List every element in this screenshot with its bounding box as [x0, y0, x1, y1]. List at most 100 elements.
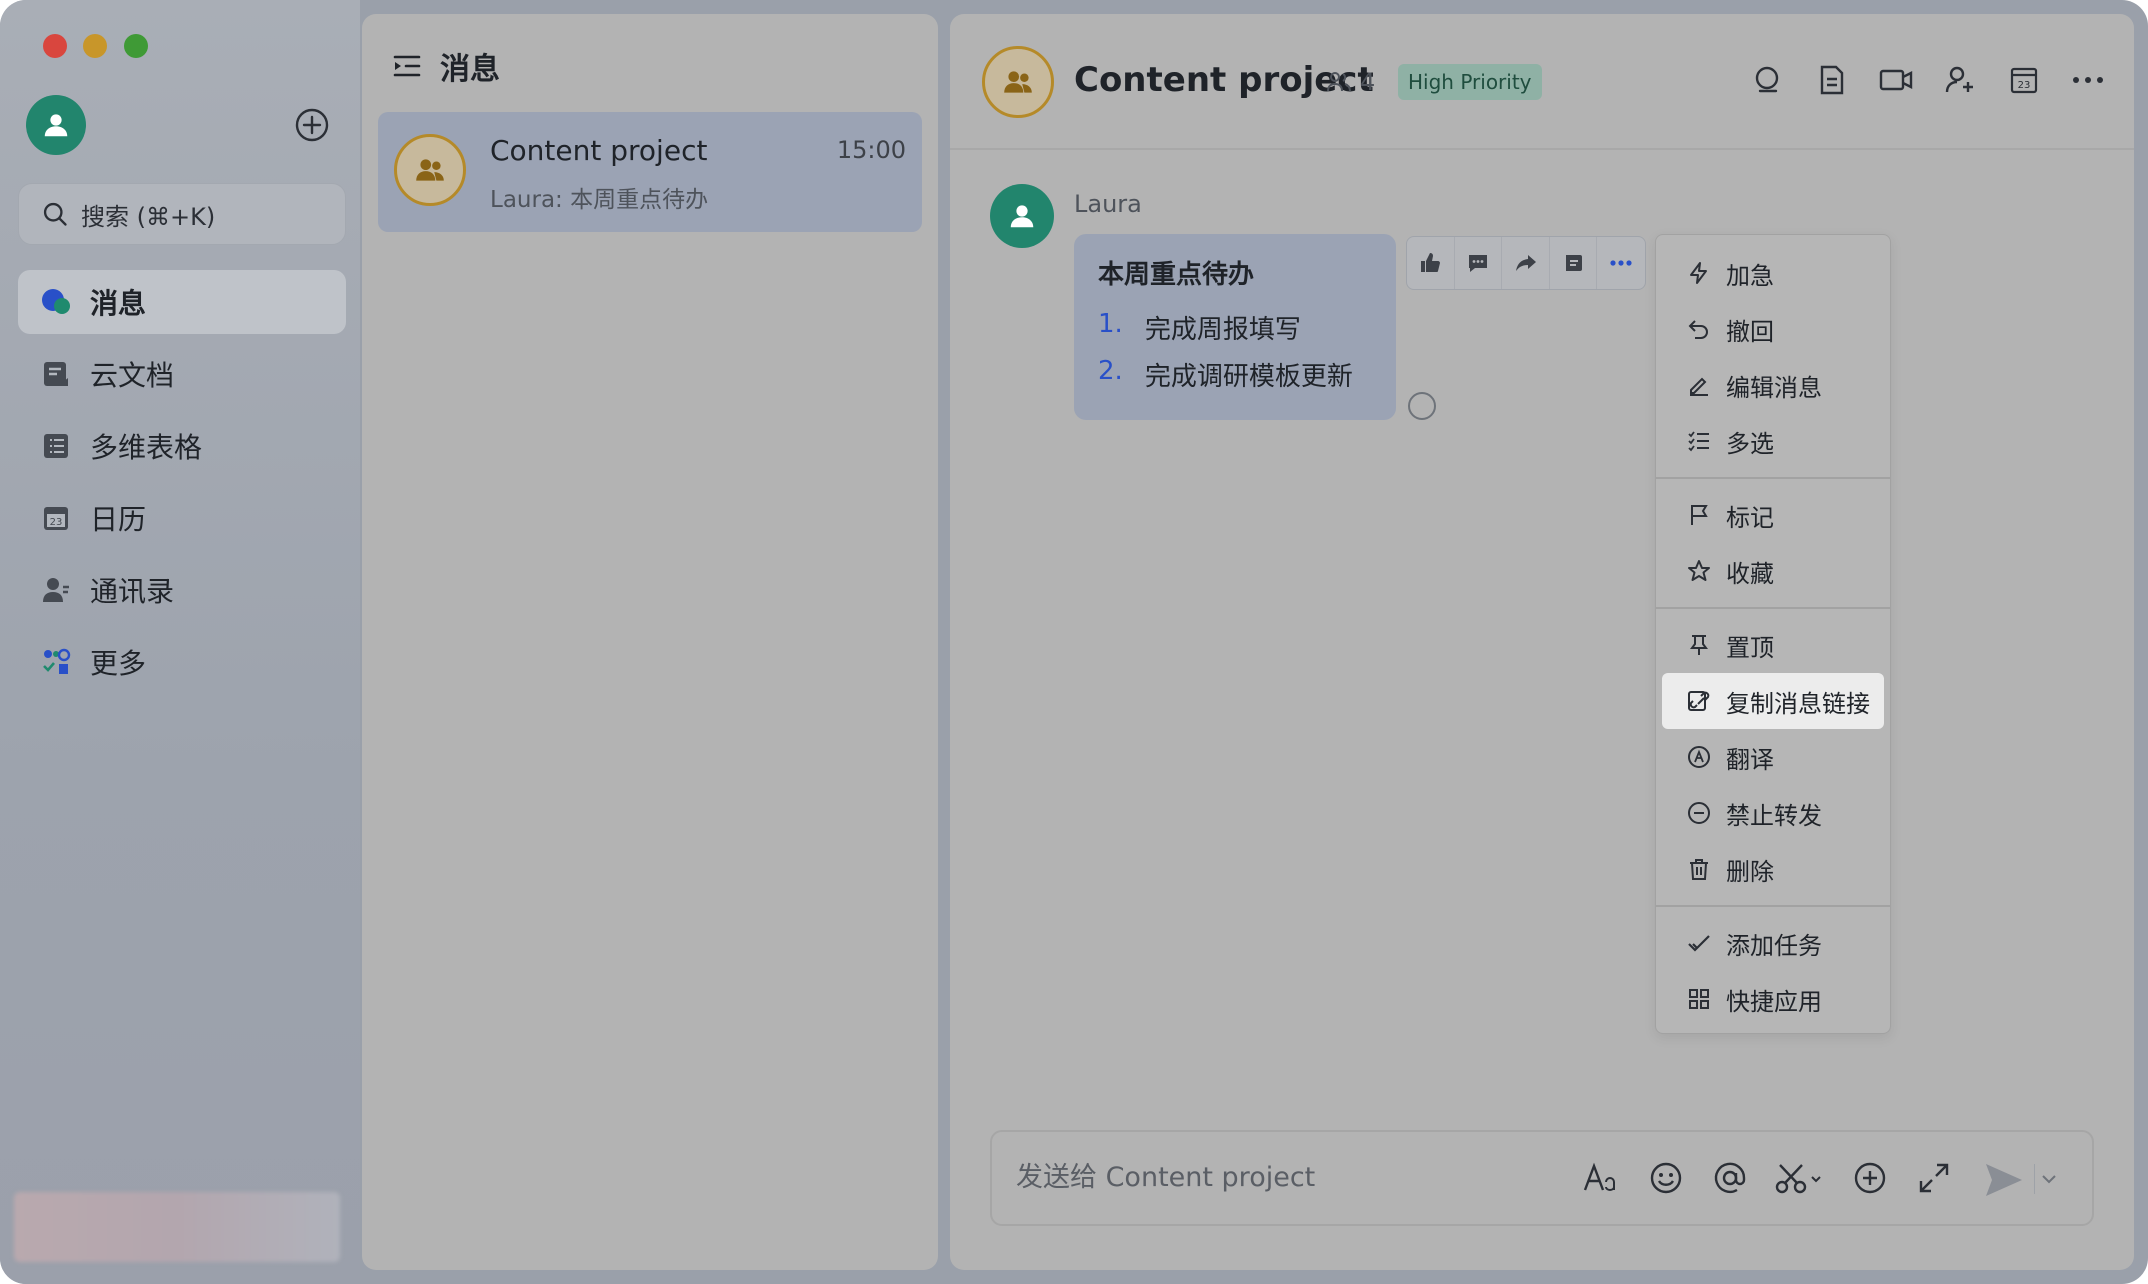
quick-apps-icon — [1686, 986, 1712, 1012]
sidebar-item-docs[interactable]: 云文档 — [18, 342, 346, 406]
list-text: 完成调研模板更新 — [1144, 362, 1353, 392]
collapse-menu-icon[interactable] — [392, 51, 422, 81]
more-dots-icon — [1610, 260, 1632, 266]
trash-icon — [1686, 856, 1712, 882]
calendar-icon: 23 — [2010, 67, 2038, 94]
members-icon — [1327, 72, 1351, 92]
translate-icon — [1686, 744, 1712, 770]
composer-toolbar — [1582, 1158, 1954, 1198]
menu-item-edit[interactable]: 编辑消息 — [1662, 357, 1884, 413]
menu-item-pin[interactable]: 置顶 — [1662, 617, 1884, 673]
pin-icon — [1686, 632, 1712, 658]
menu-item-copy-link[interactable]: 复制消息链接 — [1662, 673, 1884, 729]
menu-item-label: 收藏 — [1726, 559, 1774, 588]
attach-button[interactable] — [1850, 1158, 1890, 1198]
sidebar-item-more[interactable]: 更多 — [18, 630, 346, 694]
menu-item-recall[interactable]: 撤回 — [1662, 301, 1884, 357]
more-actions-button[interactable] — [1597, 237, 1645, 289]
blurred-region — [14, 1192, 340, 1262]
more-options-button[interactable] — [2070, 62, 2106, 98]
search-icon — [1755, 66, 1779, 93]
screenshot-button[interactable] — [1774, 1158, 1826, 1198]
document-icon — [1820, 65, 1844, 95]
search-input[interactable]: 搜索 (⌘+K) — [18, 183, 346, 245]
list-item[interactable]: Content project 15:00 Laura: 本周重点待办 — [378, 112, 922, 232]
member-count[interactable]: 4 — [1326, 68, 1375, 96]
emoji-button[interactable] — [1646, 1158, 1686, 1198]
zoom-window-button[interactable] — [124, 34, 148, 58]
list-text: 完成周报填写 — [1144, 315, 1301, 345]
menu-divider — [1656, 607, 1890, 609]
sidebar-item-messages[interactable]: 消息 — [18, 270, 346, 334]
lightning-icon — [1686, 260, 1712, 286]
menu-divider — [1656, 477, 1890, 479]
menu-item-urgent[interactable]: 加急 — [1662, 245, 1884, 301]
menu-item-label: 快捷应用 — [1726, 987, 1822, 1016]
send-button[interactable] — [1982, 1158, 2026, 1202]
menu-item-flag[interactable]: 标记 — [1662, 487, 1884, 543]
group-icon — [416, 159, 444, 181]
format-button[interactable] — [1582, 1158, 1622, 1198]
sidebar-item-contacts[interactable]: 通讯录 — [18, 558, 346, 622]
menu-item-label: 删除 — [1726, 857, 1774, 886]
expand-button[interactable] — [1914, 1158, 1954, 1198]
menu-item-add-task[interactable]: 添加任务 — [1662, 915, 1884, 971]
status-badge: High Priority — [1398, 64, 1542, 100]
menu-divider — [1656, 905, 1890, 907]
user-icon — [1010, 205, 1034, 228]
docs-button[interactable] — [1814, 62, 1850, 98]
minimize-window-button[interactable] — [83, 34, 107, 58]
menu-item-label: 置顶 — [1726, 633, 1774, 662]
text-format-icon — [1583, 1162, 1615, 1191]
avatar[interactable] — [26, 95, 86, 155]
header-toolbar: 23 — [1750, 62, 2106, 98]
edit-icon — [1686, 372, 1712, 398]
calendar-button[interactable]: 23 — [2006, 62, 2042, 98]
like-button[interactable] — [1407, 237, 1455, 289]
message-bubble[interactable]: 本周重点待办 1. 完成周报填写 2. 完成调研模板更新 — [1074, 234, 1396, 420]
close-window-button[interactable] — [43, 34, 67, 58]
multi-select-icon — [1686, 428, 1712, 454]
forward-icon — [1515, 255, 1536, 271]
sidebar-item-label: 消息 — [90, 287, 147, 320]
group-avatar — [394, 134, 466, 206]
add-member-button[interactable] — [1942, 62, 1978, 98]
search-icon — [43, 202, 67, 226]
comment-icon — [1468, 255, 1487, 272]
video-call-button[interactable] — [1878, 62, 1914, 98]
search-placeholder: 搜索 (⌘+K) — [81, 202, 216, 231]
search-chat-button[interactable] — [1750, 62, 1786, 98]
group-avatar[interactable] — [982, 46, 1054, 118]
menu-item-favorite[interactable]: 收藏 — [1662, 543, 1884, 599]
quote-button[interactable] — [1550, 237, 1598, 289]
menu-item-label: 加急 — [1726, 261, 1774, 290]
svg-text:23: 23 — [50, 517, 63, 528]
menu-item-label: 复制消息链接 — [1726, 689, 1870, 718]
message-composer — [990, 1130, 2094, 1226]
menu-item-delete[interactable]: 删除 — [1662, 841, 1884, 897]
send-options-button[interactable] — [2034, 1164, 2062, 1194]
menu-item-quick-apps[interactable]: 快捷应用 — [1662, 971, 1884, 1027]
forward-button[interactable] — [1502, 237, 1550, 289]
menu-item-restrict-forward[interactable]: 禁止转发 — [1662, 785, 1884, 841]
menu-item-label: 禁止转发 — [1726, 801, 1822, 830]
sidebar-item-base[interactable]: 多维表格 — [18, 414, 346, 478]
undo-icon — [1686, 316, 1712, 342]
sidebar-item-calendar[interactable]: 23 日历 — [18, 486, 346, 550]
read-status-indicator — [1408, 392, 1436, 420]
new-button[interactable] — [294, 107, 330, 143]
menu-item-translate[interactable]: 翻译 — [1662, 729, 1884, 785]
message-input[interactable] — [1016, 1162, 1576, 1193]
message-title: 本周重点待办 — [1098, 260, 1255, 290]
reply-button[interactable] — [1455, 237, 1503, 289]
quote-icon — [1566, 255, 1583, 271]
menu-item-multiselect[interactable]: 多选 — [1662, 413, 1884, 469]
mention-button[interactable] — [1710, 1158, 1750, 1198]
chat-preview: Laura: 本周重点待办 — [490, 187, 709, 213]
send-icon — [1986, 1164, 2022, 1196]
avatar[interactable] — [990, 184, 1054, 248]
menu-item-label: 翻译 — [1726, 745, 1774, 774]
sidebar-item-label: 日历 — [90, 503, 147, 536]
chat-header: Content project 4 High Priority 23 — [950, 14, 2134, 150]
sidebar-nav: 消息 云文档 多维表格 23 日历 通讯录 更多 — [18, 270, 346, 702]
